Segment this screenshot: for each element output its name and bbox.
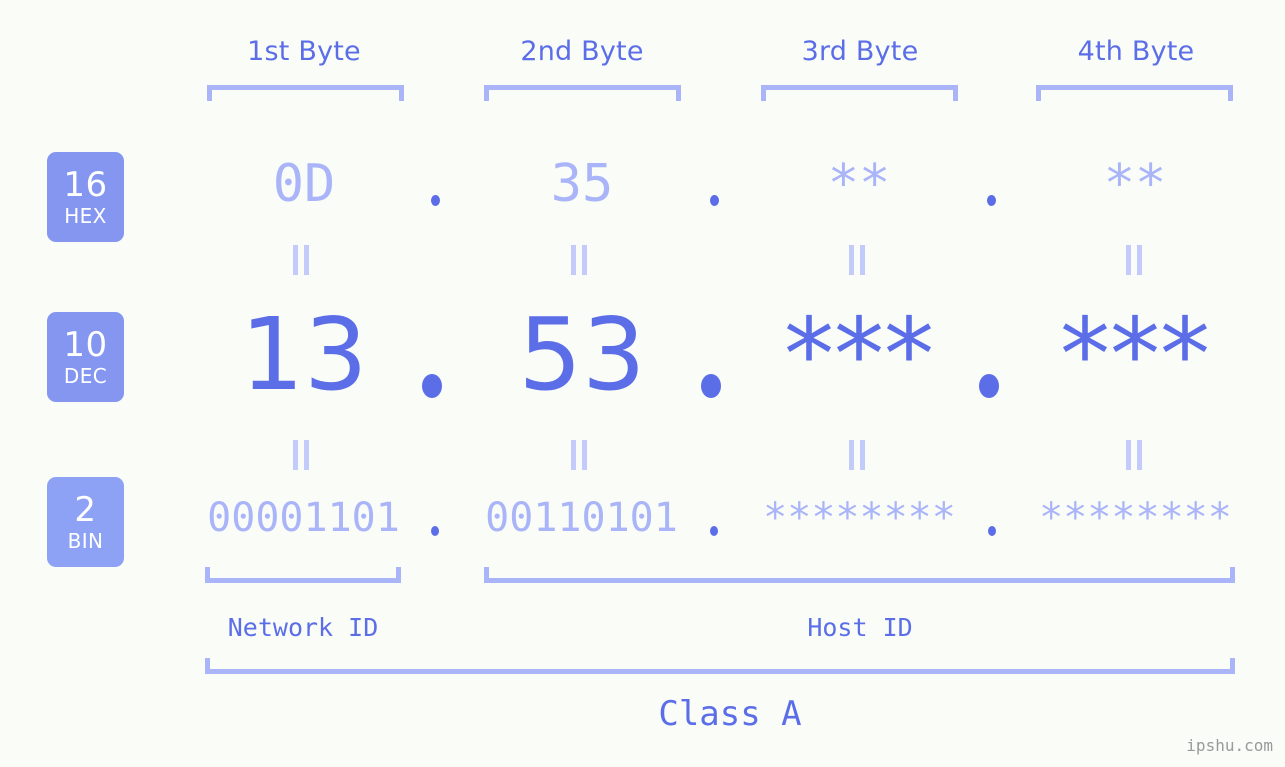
bin-separator-1 — [431, 526, 439, 536]
hex-octet-1: 0D — [272, 154, 336, 214]
network-id-bracket — [205, 567, 401, 583]
equals-mark-dec-bin-4 — [1126, 440, 1142, 470]
byte-bracket-1 — [207, 85, 404, 101]
byte-bracket-3 — [761, 85, 958, 101]
base-badge-bin-number: 2 — [74, 490, 97, 530]
byte-header-2: 2nd Byte — [520, 36, 644, 67]
dec-octet-3: *** — [784, 296, 934, 413]
hex-octet-3: ** — [827, 154, 891, 214]
base-badge-hex-name: HEX — [64, 204, 107, 228]
base-badge-bin: 2 BIN — [47, 477, 124, 567]
bin-octet-2: 00110101 — [485, 495, 678, 541]
byte-header-3: 3rd Byte — [801, 36, 919, 67]
dec-octet-2: 53 — [518, 296, 646, 413]
dec-separator-2 — [701, 374, 721, 398]
byte-header-1: 1st Byte — [247, 36, 361, 67]
hex-octet-2: 35 — [550, 154, 614, 214]
host-id-bracket — [484, 567, 1235, 583]
bin-octet-4: ******** — [1039, 495, 1232, 541]
base-badge-dec-name: DEC — [63, 364, 108, 388]
dec-separator-1 — [422, 374, 442, 398]
equals-mark-hex-dec-2 — [571, 245, 587, 275]
watermark: ipshu.com — [1186, 736, 1273, 755]
hex-octet-4: ** — [1103, 154, 1167, 214]
ip-address-breakdown-diagram: 1st Byte 2nd Byte 3rd Byte 4th Byte 16 H… — [0, 0, 1285, 767]
base-badge-dec: 10 DEC — [47, 312, 124, 402]
bin-octet-1: 00001101 — [207, 495, 400, 541]
dec-octet-4: *** — [1060, 296, 1210, 413]
equals-mark-dec-bin-3 — [849, 440, 865, 470]
host-id-label: Host ID — [807, 613, 913, 642]
class-bracket — [205, 658, 1235, 674]
equals-mark-dec-bin-1 — [293, 440, 309, 470]
class-label: Class A — [658, 694, 802, 734]
bin-octet-3: ******** — [763, 495, 956, 541]
bin-separator-3 — [988, 526, 996, 536]
equals-mark-hex-dec-1 — [293, 245, 309, 275]
dec-separator-3 — [979, 374, 999, 398]
base-badge-bin-name: BIN — [67, 529, 104, 553]
equals-mark-dec-bin-2 — [571, 440, 587, 470]
equals-mark-hex-dec-3 — [849, 245, 865, 275]
byte-bracket-4 — [1036, 85, 1233, 101]
byte-bracket-2 — [484, 85, 681, 101]
base-badge-dec-number: 10 — [63, 325, 108, 365]
network-id-label: Network ID — [227, 613, 379, 642]
equals-mark-hex-dec-4 — [1126, 245, 1142, 275]
dec-octet-1: 13 — [240, 296, 368, 413]
base-badge-hex-number: 16 — [63, 165, 108, 205]
bin-separator-2 — [710, 526, 718, 536]
hex-separator-1 — [431, 195, 440, 206]
hex-separator-2 — [710, 195, 719, 206]
base-badge-hex: 16 HEX — [47, 152, 124, 242]
hex-separator-3 — [987, 195, 996, 206]
byte-header-4: 4th Byte — [1077, 36, 1195, 67]
